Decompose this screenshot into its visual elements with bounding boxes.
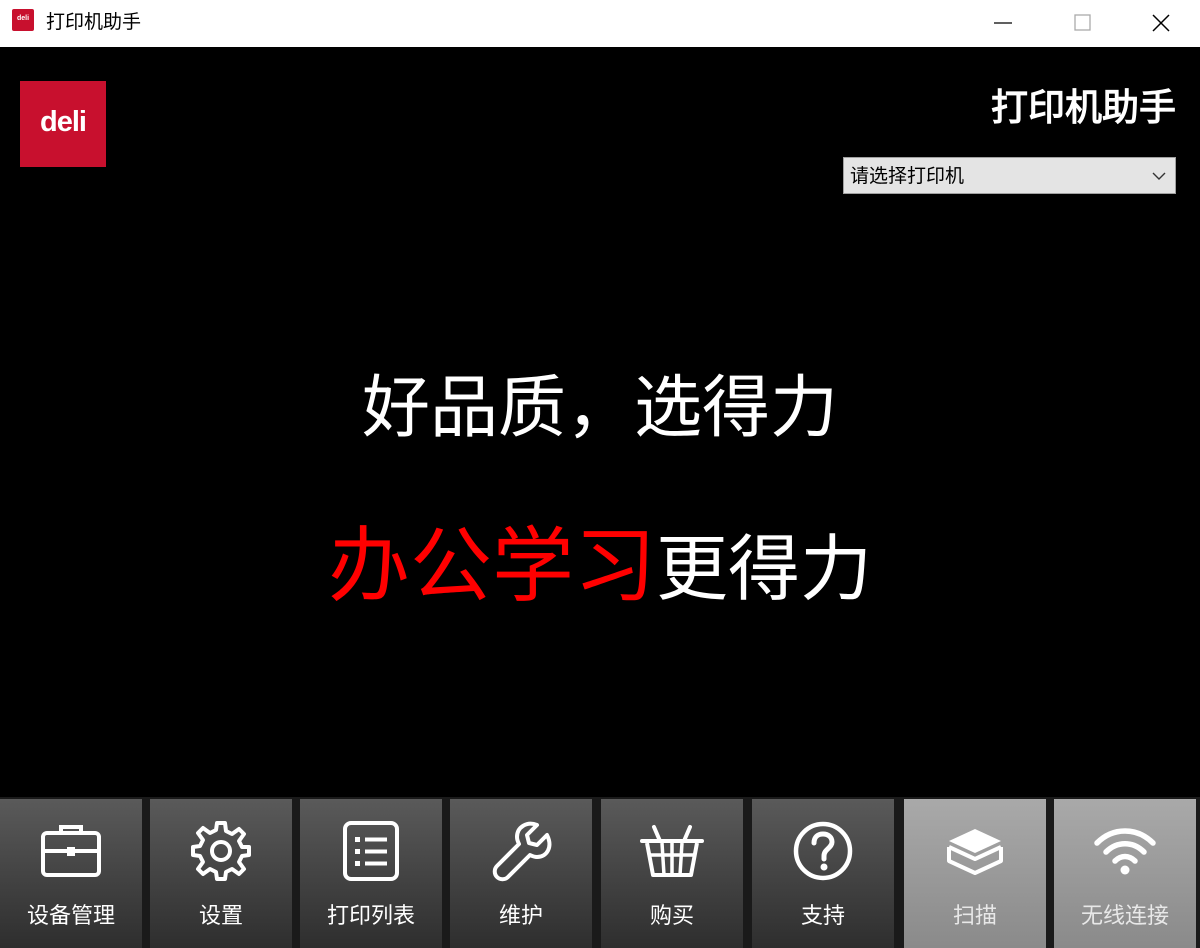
tool-label: 设置 xyxy=(198,904,243,929)
question-icon xyxy=(793,821,853,881)
close-button[interactable] xyxy=(1121,0,1200,47)
tool-label: 无线连接 xyxy=(1080,904,1169,929)
tool-label: 维护 xyxy=(498,904,543,929)
tool-label: 扫描 xyxy=(952,904,997,929)
bottom-toolbar: 设备管理 设置 打印列表 维护 购买 支持 扫描 无线连接 xyxy=(0,797,1200,948)
window-titlebar: deli 打印机助手 xyxy=(0,0,1200,47)
printer-select-value: 请选择打印机 xyxy=(850,165,965,187)
banner-slogan-line1: 好品质，选得力 xyxy=(361,369,838,448)
maintenance-button[interactable]: 维护 xyxy=(450,799,592,948)
banner-slogan-line2: 办公学习更得力 xyxy=(0,525,1200,612)
print-list-button[interactable]: 打印列表 xyxy=(300,799,442,948)
tool-label: 设备管理 xyxy=(26,904,115,929)
banner-highlight-text: 办公学习 xyxy=(327,519,656,614)
app-logo-icon: deli xyxy=(12,9,34,31)
wrench-icon xyxy=(492,821,552,882)
minimize-icon xyxy=(994,22,1012,24)
printer-select[interactable]: 请选择打印机 xyxy=(843,157,1176,194)
support-button[interactable]: 支持 xyxy=(752,799,894,948)
close-icon xyxy=(1152,14,1170,32)
wifi-icon xyxy=(1094,828,1156,875)
scanner-icon xyxy=(947,829,1003,875)
list-icon xyxy=(343,821,399,881)
tool-label: 购买 xyxy=(649,904,694,929)
tool-label: 打印列表 xyxy=(326,904,415,929)
scan-button[interactable]: 扫描 xyxy=(904,799,1046,948)
chevron-down-icon xyxy=(1152,172,1166,180)
maximize-button[interactable] xyxy=(1043,0,1123,47)
wireless-connection-button[interactable]: 无线连接 xyxy=(1054,799,1196,948)
settings-button[interactable]: 设置 xyxy=(150,799,292,948)
minimize-button[interactable] xyxy=(963,0,1043,47)
basket-icon xyxy=(640,825,704,877)
tool-label: 支持 xyxy=(800,904,845,929)
briefcase-icon xyxy=(41,825,101,877)
brand-logo: deli xyxy=(20,81,106,167)
window-title: 打印机助手 xyxy=(46,11,142,33)
maximize-icon xyxy=(1074,14,1091,31)
gear-icon xyxy=(191,821,251,881)
banner-rest-text: 更得力 xyxy=(656,527,873,611)
main-panel: deli 打印机助手 请选择打印机 好品质，选得力 办公学习更得力 xyxy=(0,47,1200,797)
app-title: 打印机助手 xyxy=(991,86,1176,129)
device-management-button[interactable]: 设备管理 xyxy=(0,799,142,948)
purchase-button[interactable]: 购买 xyxy=(601,799,743,948)
